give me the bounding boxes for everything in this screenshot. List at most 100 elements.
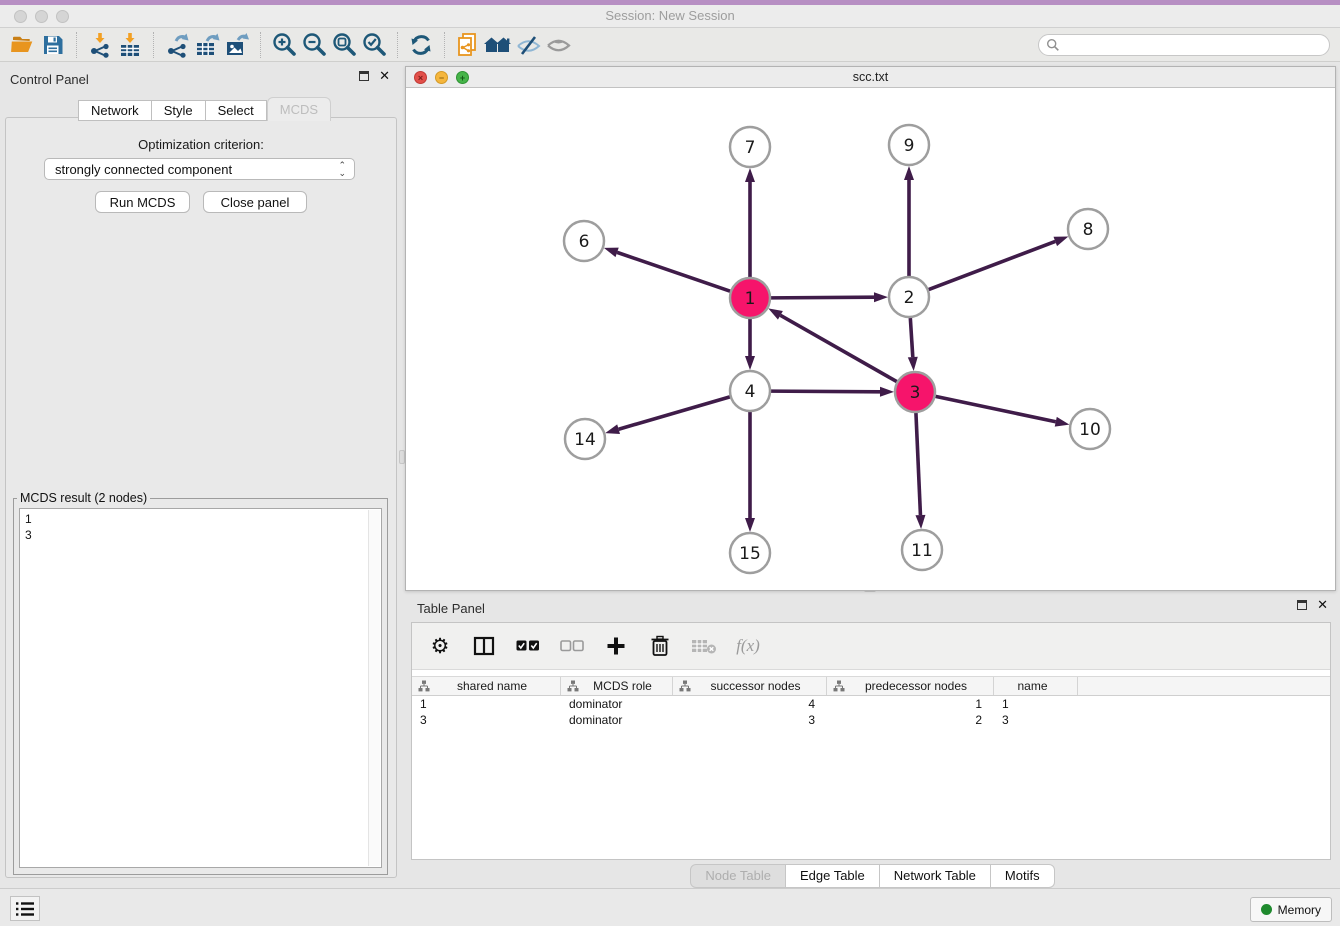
graph-edge[interactable] (771, 297, 874, 298)
table-row[interactable]: 3 dominator 3 2 3 (412, 713, 1330, 729)
import-network-button[interactable] (85, 31, 115, 59)
graph-edge[interactable] (929, 241, 1056, 289)
zoom-fit-icon (331, 31, 358, 58)
table-row[interactable]: 1 dominator 4 1 1 (412, 697, 1330, 713)
tab-network[interactable]: Network (78, 100, 152, 121)
application-window: Session: New Session (0, 0, 1340, 926)
column-header-name[interactable]: name (994, 677, 1078, 695)
graph-node-label: 9 (904, 136, 915, 156)
export-network-icon (164, 32, 190, 58)
tab-network-table[interactable]: Network Table (880, 864, 991, 888)
export-table-button[interactable] (192, 31, 222, 59)
result-scrollbar[interactable] (368, 510, 380, 866)
table-header-row: shared name MCDS role successor nodes pr… (412, 676, 1330, 696)
deselect-all-button[interactable] (558, 632, 586, 660)
import-table-button[interactable] (115, 31, 145, 59)
run-mcds-button[interactable]: Run MCDS (95, 191, 190, 213)
save-disk-icon (41, 33, 65, 57)
toolbar-separator (444, 32, 445, 58)
share-session-button[interactable] (453, 31, 483, 59)
zoom-selected-button[interactable] (359, 31, 389, 59)
status-bar: Memory (0, 888, 1340, 926)
share-document-icon (455, 32, 481, 58)
task-list-icon (15, 900, 35, 918)
graph-node-label: 8 (1083, 220, 1094, 240)
close-panel-icon[interactable]: ✕ (379, 71, 390, 81)
criterion-dropdown[interactable]: strongly connected component ⌃⌄ (44, 158, 355, 180)
function-builder-button[interactable]: f(x) (734, 632, 762, 660)
cell-shared-name: 3 (412, 713, 561, 729)
reset-layout-button[interactable] (483, 31, 513, 59)
mcds-result-text[interactable]: 1 3 (19, 508, 382, 868)
graph-edge[interactable] (780, 315, 896, 381)
export-network-button[interactable] (162, 31, 192, 59)
fx-icon: f(x) (736, 636, 760, 656)
hide-panels-button[interactable] (513, 31, 543, 59)
search-field[interactable] (1038, 34, 1330, 56)
delete-row-button[interactable] (646, 632, 674, 660)
refresh-styles-button[interactable] (406, 31, 436, 59)
hierarchy-icon (418, 680, 430, 692)
select-all-button[interactable] (514, 632, 542, 660)
table-tabs: Node Table Edge Table Network Table Moti… (405, 864, 1340, 888)
node-table-panel: ⚙ (411, 622, 1331, 860)
column-header-shared-name[interactable]: shared name (412, 677, 561, 695)
toolbar-separator (260, 32, 261, 58)
network-view-title: scc.txt (406, 70, 1335, 84)
memory-button[interactable]: Memory (1250, 897, 1332, 922)
session-title: Session: New Session (0, 8, 1340, 23)
dropdown-stepper-icon: ⌃⌄ (338, 161, 346, 177)
cell-mcds-role: dominator (561, 697, 673, 713)
graph-edge[interactable] (910, 318, 912, 357)
zoom-out-button[interactable] (299, 31, 329, 59)
control-panel-tabs: Network Style Select MCDS (78, 97, 331, 121)
optimization-criterion-label: Optimization criterion: (0, 137, 402, 152)
network-canvas[interactable]: 7968124314101511 (406, 88, 1335, 590)
memory-status-icon (1261, 904, 1272, 915)
table-toolbar: ⚙ (412, 623, 1330, 670)
graph-edge[interactable] (936, 396, 1056, 421)
destroy-table-button[interactable] (690, 632, 718, 660)
close-table-panel-icon[interactable]: ✕ (1317, 600, 1328, 610)
tab-style[interactable]: Style (152, 100, 206, 121)
tab-select[interactable]: Select (206, 100, 267, 121)
split-view-button[interactable] (470, 632, 498, 660)
mcds-result-title: MCDS result (2 nodes) (17, 491, 150, 505)
graph-edge[interactable] (771, 391, 880, 392)
graph-node-label: 6 (579, 232, 590, 252)
search-input[interactable] (1060, 36, 1329, 54)
column-header-mcds-role[interactable]: MCDS role (561, 677, 673, 695)
checked-boxes-icon (516, 640, 540, 652)
network-window-titlebar[interactable]: × − + scc.txt (406, 67, 1335, 88)
tab-node-table[interactable]: Node Table (690, 864, 786, 888)
graph-edge-arrowhead (604, 248, 619, 257)
eye-icon (545, 33, 572, 57)
zoom-in-button[interactable] (269, 31, 299, 59)
task-history-button[interactable] (10, 896, 40, 921)
tab-mcds[interactable]: MCDS (267, 97, 331, 121)
export-image-button[interactable] (222, 31, 252, 59)
result-line: 3 (25, 527, 381, 543)
tab-edge-table[interactable]: Edge Table (786, 864, 880, 888)
column-header-successor-nodes[interactable]: successor nodes (673, 677, 827, 695)
graph-edge[interactable] (619, 397, 730, 429)
tab-motifs[interactable]: Motifs (991, 864, 1055, 888)
homes-icon (483, 33, 513, 57)
graph-edge-arrowhead (745, 518, 755, 532)
trash-icon (650, 635, 670, 657)
open-session-button[interactable] (8, 31, 38, 59)
hierarchy-icon (567, 680, 579, 692)
close-panel-button[interactable]: Close panel (203, 191, 307, 213)
float-panel-icon[interactable] (359, 71, 369, 81)
column-header-predecessor-nodes[interactable]: predecessor nodes (827, 677, 994, 695)
add-row-button[interactable] (602, 632, 630, 660)
float-table-panel-icon[interactable] (1297, 600, 1307, 610)
graph-edge[interactable] (617, 252, 730, 291)
table-settings-button[interactable]: ⚙ (426, 632, 454, 660)
save-session-button[interactable] (38, 31, 68, 59)
zoom-fit-content-button[interactable] (329, 31, 359, 59)
split-columns-icon (473, 636, 495, 656)
graph-edge[interactable] (916, 413, 921, 515)
show-panels-button[interactable] (543, 31, 573, 59)
network-graph[interactable]: 7968124314101511 (406, 88, 1335, 590)
